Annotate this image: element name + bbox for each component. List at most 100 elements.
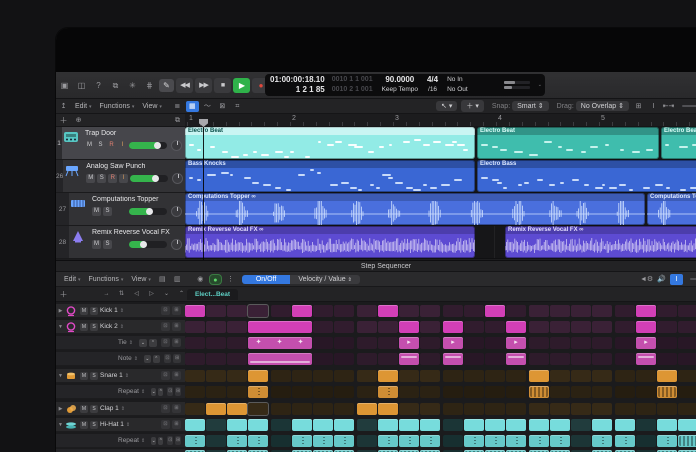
- disclosure-expanded-icon[interactable]: ▼: [56, 422, 65, 428]
- row-settings-icon[interactable]: ⊞: [172, 306, 181, 315]
- step-cell-9[interactable]: [357, 353, 377, 365]
- step-cell-16[interactable]: [506, 419, 526, 431]
- step-cell-6[interactable]: [292, 435, 312, 447]
- step-cell-18[interactable]: [550, 403, 570, 415]
- step-cell-17[interactable]: [529, 305, 549, 317]
- step-cell-18[interactable]: [550, 435, 570, 447]
- region-electro-beat[interactable]: Electro Beat: [661, 127, 696, 159]
- track-lane-1[interactable]: Electro BeatElectro BeatElectro Beat: [185, 127, 696, 160]
- step-cell-20[interactable]: [592, 419, 612, 431]
- step-cell-22[interactable]: [636, 370, 656, 382]
- step-cell-22[interactable]: ▸: [636, 337, 656, 349]
- step-cell-12[interactable]: [420, 337, 440, 349]
- step-cell-8[interactable]: [334, 353, 354, 365]
- step-cell-24[interactable]: [678, 305, 696, 317]
- row-link-icon[interactable]: ⊡: [161, 322, 170, 331]
- step-cell-14[interactable]: [464, 337, 484, 349]
- step-cell-21[interactable]: [615, 419, 635, 431]
- step-cell-9[interactable]: [357, 337, 377, 349]
- step-cell-12[interactable]: [420, 305, 440, 317]
- step-cell-7[interactable]: [313, 403, 333, 415]
- step-cell-22[interactable]: [636, 403, 656, 415]
- volume-slider[interactable]: [129, 208, 167, 215]
- step-cell-20[interactable]: [592, 305, 612, 317]
- step-cell-5[interactable]: [271, 403, 291, 415]
- volume-knob[interactable]: [152, 175, 159, 182]
- region-electro-beat[interactable]: Electro Beat: [185, 127, 475, 159]
- step-cell-7[interactable]: [313, 419, 333, 431]
- auto-settings-icon[interactable]: ◄⚙: [640, 274, 653, 285]
- step-cell-23[interactable]: [657, 305, 677, 317]
- step-cell-7[interactable]: [313, 370, 333, 382]
- nudge-left-icon[interactable]: ◁: [130, 289, 143, 300]
- step-cell-12[interactable]: [420, 435, 440, 447]
- step-cell-14[interactable]: [464, 403, 484, 415]
- step-cell-11[interactable]: [399, 435, 419, 447]
- step-cell-20[interactable]: [592, 386, 612, 398]
- step-cell-23[interactable]: [657, 403, 677, 415]
- track-i-button[interactable]: I: [119, 174, 128, 183]
- step-cell-17[interactable]: [529, 419, 549, 431]
- step-cell-10[interactable]: [378, 386, 398, 398]
- step-cell-12[interactable]: [420, 370, 440, 382]
- step-cell-24[interactable]: [678, 435, 696, 447]
- play-button[interactable]: ▶: [233, 78, 250, 93]
- step-cell-2[interactable]: [206, 386, 226, 398]
- row-mute-button[interactable]: M: [80, 421, 88, 429]
- step-cell-17[interactable]: [529, 435, 549, 447]
- nudge-right-icon[interactable]: ▷: [145, 289, 158, 300]
- step-cell-19[interactable]: [571, 305, 591, 317]
- step-cell-15[interactable]: [485, 337, 505, 349]
- regions-view-icon[interactable]: ≣: [171, 101, 184, 112]
- step-cell-10[interactable]: [378, 305, 398, 317]
- more-options-icon[interactable]: ⋮: [224, 274, 237, 285]
- add-track-button[interactable]: ＋: [57, 115, 70, 126]
- step-cell-18[interactable]: [550, 353, 570, 365]
- step-cell-11[interactable]: [399, 305, 419, 317]
- step-cell-22[interactable]: [636, 386, 656, 398]
- step-cell-9[interactable]: [357, 435, 377, 447]
- step-cell-10[interactable]: [378, 403, 398, 415]
- step-cell-1[interactable]: [185, 403, 205, 415]
- step-cell-12[interactable]: [420, 419, 440, 431]
- step-cell-13[interactable]: [443, 305, 463, 317]
- step-cell-12[interactable]: [420, 386, 440, 398]
- piano-roll-view-icon[interactable]: ▦: [186, 101, 199, 112]
- row-mute-button[interactable]: M: [80, 405, 88, 413]
- subrow-stepper[interactable]: ⇕: [129, 340, 133, 346]
- step-cell-3[interactable]: [227, 370, 247, 382]
- quick-help-icon[interactable]: ?: [91, 79, 106, 92]
- step-cell-19[interactable]: [571, 435, 591, 447]
- track-m-button[interactable]: M: [86, 174, 95, 183]
- step-cell-2[interactable]: [206, 353, 226, 365]
- step-cell-19[interactable]: [571, 321, 591, 333]
- step-cell-20[interactable]: [592, 403, 612, 415]
- step-cell-24[interactable]: [678, 419, 696, 431]
- step-cell-1[interactable]: [185, 337, 205, 349]
- step-cell-24[interactable]: [678, 337, 696, 349]
- step-cell-8[interactable]: [334, 419, 354, 431]
- row-mute-button[interactable]: M: [80, 372, 88, 380]
- increment-button[interactable]: ⌃: [158, 388, 163, 396]
- text-tool-icon[interactable]: I: [647, 101, 660, 112]
- step-cell-21[interactable]: [615, 435, 635, 447]
- region-electro-beat[interactable]: Electro Beat: [477, 127, 659, 159]
- step-cell-10[interactable]: [378, 337, 398, 349]
- increment-button[interactable]: ⌃: [153, 355, 160, 363]
- step-cell-7[interactable]: [313, 337, 333, 349]
- step-cell-20[interactable]: [592, 321, 612, 333]
- step-cell-14[interactable]: [464, 435, 484, 447]
- step-cell-10[interactable]: [378, 370, 398, 382]
- step-cell-24[interactable]: [678, 370, 696, 382]
- tracks-functions-menu[interactable]: Functions ▾: [96, 103, 139, 110]
- step-cell-19[interactable]: [571, 370, 591, 382]
- rewind-button[interactable]: ◀◀: [176, 78, 193, 93]
- row-settings-icon[interactable]: ⊞: [172, 322, 181, 331]
- flex-view-icon[interactable]: ⊠: [216, 101, 229, 112]
- step-cell-14[interactable]: [464, 305, 484, 317]
- step-cell-11[interactable]: [399, 353, 419, 365]
- seq-zoom-slider[interactable]: [690, 278, 696, 280]
- preview-speaker-icon[interactable]: 🔊: [655, 274, 668, 285]
- step-cell-2[interactable]: [206, 419, 226, 431]
- row-settings-icon[interactable]: ⊞: [172, 338, 181, 347]
